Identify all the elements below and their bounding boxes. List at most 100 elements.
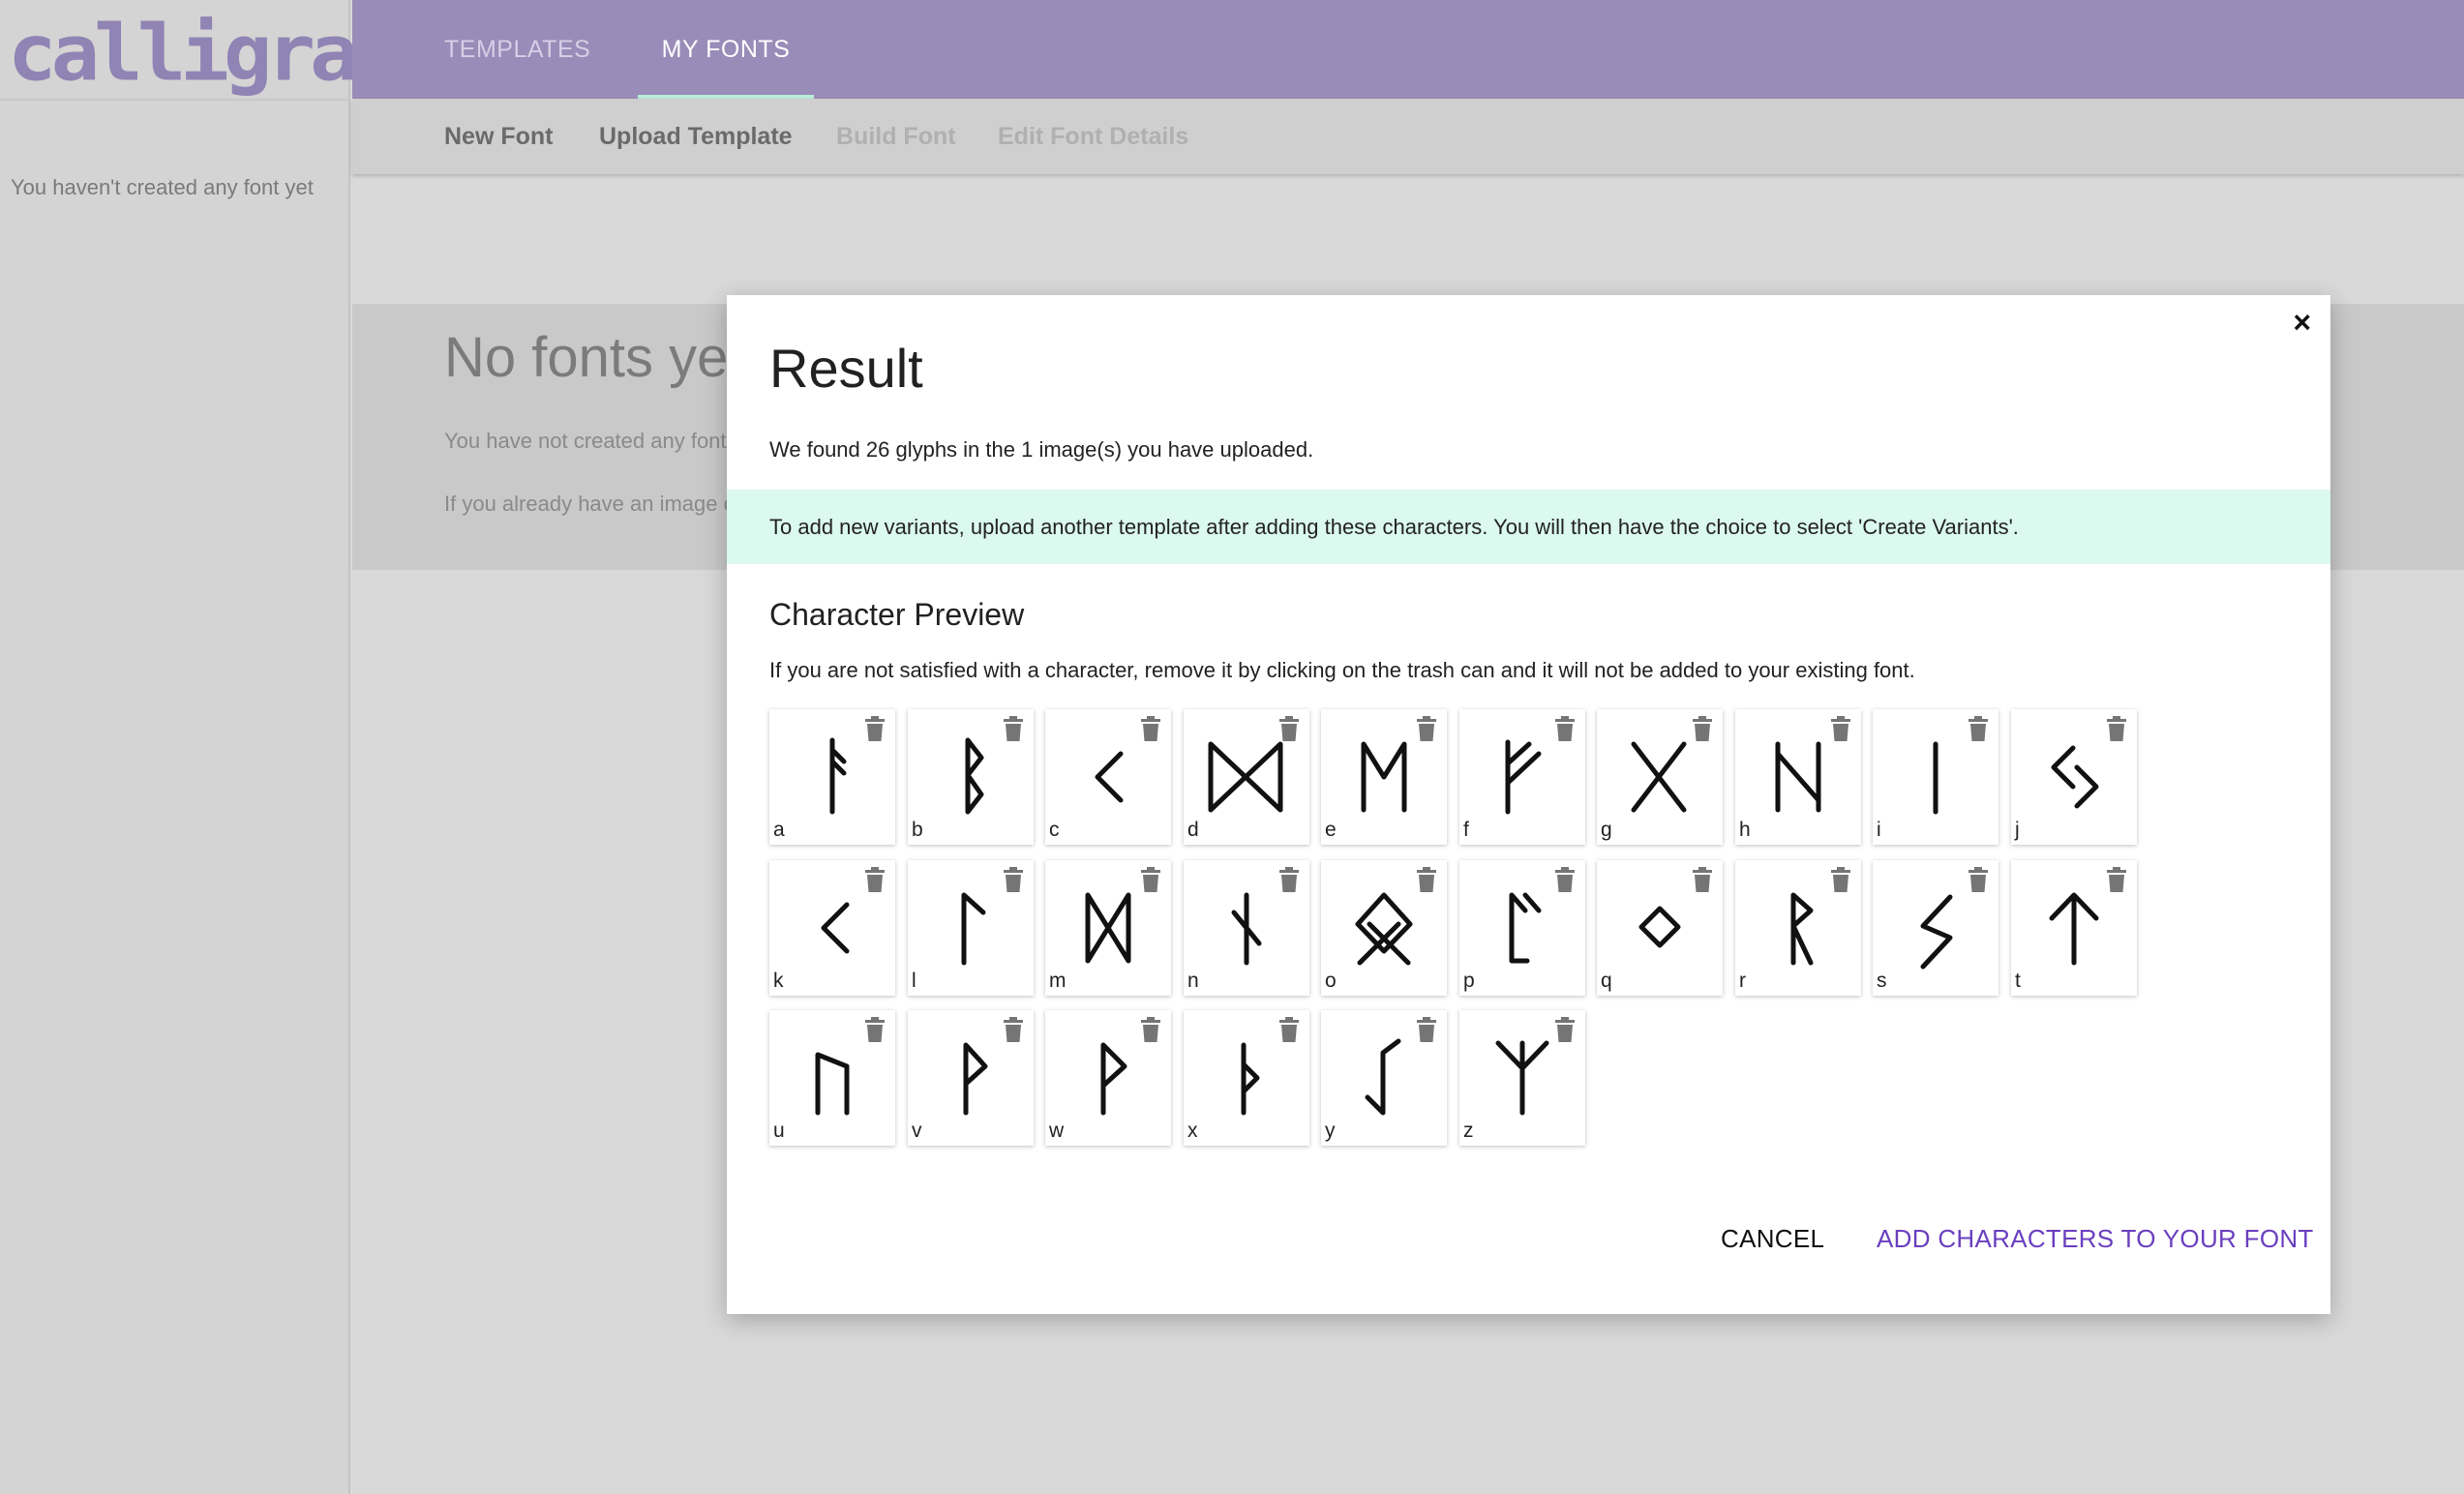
tab-templates[interactable]: TEMPLATES: [444, 0, 590, 99]
glyph-preview: [1100, 1042, 1127, 1116]
glyph-preview: [1775, 741, 1821, 813]
glyph-label: l: [912, 970, 916, 992]
glyph-preview: [829, 737, 847, 815]
top-nav: TEMPLATES MY FONTS: [352, 0, 2464, 99]
close-icon[interactable]: ×: [2293, 303, 2311, 342]
glyph-card: f: [1459, 709, 1585, 845]
glyph-card: u: [769, 1010, 895, 1146]
variants-info-text: To add new variants, upload another temp…: [769, 514, 2019, 539]
empty-state-text: You have not created any font: [444, 429, 727, 453]
glyph-card: p: [1459, 860, 1585, 996]
glyph-card: h: [1735, 709, 1861, 845]
glyph-preview: [2049, 892, 2099, 966]
glyph-card: x: [1184, 1010, 1309, 1146]
dialog-title: Result: [769, 338, 923, 399]
character-preview-help: If you are not satisfied with a characte…: [769, 658, 1915, 682]
glyph-label: r: [1739, 970, 1746, 992]
glyph-preview: [1361, 741, 1407, 813]
step-nav: New Font Upload Template Build Font Edit…: [352, 99, 2464, 174]
glyph-card: y: [1321, 1010, 1447, 1146]
glyph-label: n: [1187, 970, 1199, 992]
glyph-card: l: [908, 860, 1034, 996]
glyph-label: v: [912, 1120, 922, 1142]
glyph-card: e: [1321, 709, 1447, 845]
glyph-card: v: [908, 1010, 1034, 1146]
glyph-card: i: [1873, 709, 1998, 845]
step-edit-font-details: Edit Font Details: [998, 122, 1189, 150]
glyph-preview: [1509, 892, 1542, 964]
glyph-label: w: [1049, 1120, 1065, 1142]
glyph-label: t: [2015, 970, 2021, 992]
glyph-card: q: [1597, 860, 1723, 996]
glyph-label: a: [773, 819, 785, 841]
step-upload-template[interactable]: Upload Template: [599, 99, 793, 174]
glyph-card: r: [1735, 860, 1861, 996]
glyph-card: w: [1045, 1010, 1171, 1146]
glyph-preview: [1355, 892, 1413, 966]
step-new-font[interactable]: New Font: [444, 99, 554, 174]
empty-state-text-2: If you already have an image o: [444, 492, 736, 516]
character-preview-heading: Character Preview: [769, 597, 1025, 632]
glyph-card: t: [2011, 860, 2137, 996]
cancel-button[interactable]: CANCEL: [1721, 1224, 1824, 1254]
glyph-card: c: [1045, 709, 1171, 845]
glyph-preview: [1920, 894, 1953, 970]
glyph-card: b: [908, 709, 1034, 845]
glyph-label: o: [1325, 970, 1337, 992]
glyph-label: p: [1463, 970, 1475, 992]
glyph-card: a: [769, 709, 895, 845]
glyph-preview: [1208, 741, 1283, 813]
variants-info-banner: To add new variants, upload another temp…: [727, 490, 2330, 564]
glyph-preview: [1231, 892, 1262, 966]
glyph-preview: [1505, 739, 1542, 815]
glyph-preview: [1095, 751, 1124, 803]
glyph-label: c: [1049, 819, 1060, 841]
step-build-font: Build Font: [836, 122, 956, 150]
glyph-label: h: [1739, 819, 1751, 841]
glyph-label: f: [1463, 819, 1469, 841]
sidebar-divider: [0, 99, 348, 101]
glyph-card: j: [2011, 709, 2137, 845]
empty-state-title: No fonts yet: [444, 326, 744, 389]
glyph-preview: [1241, 1042, 1260, 1116]
glyph-label: y: [1325, 1120, 1336, 1142]
glyph-label: s: [1877, 970, 1887, 992]
glyph-preview: [961, 892, 986, 966]
glyph-label: q: [1601, 970, 1612, 992]
glyph-card: o: [1321, 860, 1447, 996]
glyph-card: k: [769, 860, 895, 996]
sidebar: calligraphr You haven't created any font…: [0, 0, 488, 1494]
glyph-preview: [1631, 741, 1687, 813]
glyph-preview: [965, 737, 984, 815]
glyph-preview: [1638, 906, 1681, 948]
glyph-card: s: [1873, 860, 1998, 996]
glyph-label: j: [2015, 819, 2020, 841]
glyph-label: x: [1187, 1120, 1198, 1142]
glyph-label: b: [912, 819, 923, 841]
glyph-preview: [1790, 892, 1814, 966]
glyph-label: g: [1601, 819, 1612, 841]
sidebar-empty-message: You haven't created any font yet: [11, 175, 314, 199]
glyph-label: d: [1187, 819, 1199, 841]
glyph-preview: [2051, 745, 2099, 809]
glyph-preview: [821, 902, 850, 954]
glyph-preview: [1933, 741, 1938, 815]
result-dialog: × Result We found 26 glyphs in the 1 ima…: [727, 295, 2330, 1314]
glyph-label: z: [1463, 1120, 1474, 1142]
glyph-preview: [1085, 892, 1131, 964]
glyph-label: m: [1049, 970, 1067, 992]
glyph-card: m: [1045, 860, 1171, 996]
found-glyphs-message: We found 26 glyphs in the 1 image(s) you…: [769, 437, 1314, 462]
glyph-label: u: [773, 1120, 785, 1142]
glyph-card: z: [1459, 1010, 1585, 1146]
glyph-label: e: [1325, 819, 1337, 841]
glyph-card: g: [1597, 709, 1723, 845]
add-characters-button[interactable]: ADD CHARACTERS TO YOUR FONT: [1877, 1224, 2314, 1254]
glyph-preview: [815, 1052, 850, 1116]
glyph-card: d: [1184, 709, 1309, 845]
tab-my-fonts[interactable]: MY FONTS: [638, 0, 814, 99]
glyph-label: i: [1877, 819, 1881, 841]
glyph-label: k: [773, 970, 784, 992]
glyph-preview: [1495, 1040, 1549, 1116]
glyph-preview: [963, 1042, 988, 1116]
